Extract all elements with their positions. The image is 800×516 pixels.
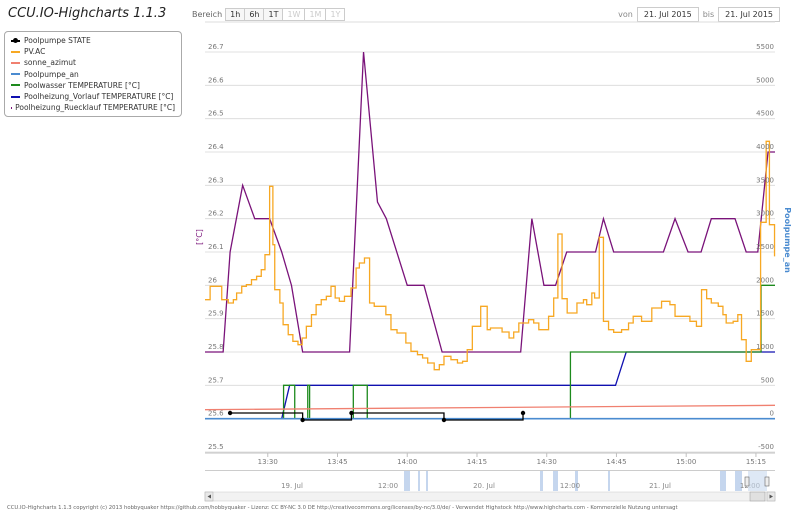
left-axis-tick-label: 25.7 [208, 376, 224, 384]
navigator[interactable]: 19. Jul12:0020. Jul12:0021. Jul12:00 [205, 470, 775, 491]
navigator-series-blip [720, 471, 726, 491]
chart: 26.7 550026.6 500026.5 450026.4 400026.3 3500… [195, 21, 792, 502]
right-axis-tick-label: 4500 [756, 110, 774, 118]
left-axis-tick-label: 26.5 [208, 110, 224, 118]
data-point-marker[interactable] [441, 417, 447, 423]
navigator-handle-left[interactable] [744, 476, 750, 487]
left-axis-tick-label: 26.6 [208, 76, 224, 84]
right-axis-tick-label: 1500 [756, 310, 774, 318]
right-axis-tick-label: 2000 [756, 276, 774, 284]
right-axis-tick-label: 2500 [756, 243, 774, 251]
data-point-marker[interactable] [300, 417, 305, 423]
right-axis-tick-label: 0 [770, 410, 774, 418]
navigator-label: 12:00 [378, 482, 398, 490]
left-axis-tick-label: 25.8 [208, 343, 224, 351]
navigator-selection[interactable] [748, 471, 767, 491]
x-axis-tick-label: 13:45 [327, 458, 347, 466]
left-axis-tick-label: 25.5 [208, 443, 224, 451]
series-line-pv-ac[interactable] [205, 140, 776, 371]
x-axis-tick-label: 13:30 [258, 458, 278, 466]
right-axis-tick-label: 500 [761, 376, 774, 384]
navigator-series-blip [418, 471, 420, 491]
scrollbar[interactable] [204, 491, 776, 502]
x-axis-tick-label: 14:30 [537, 458, 557, 466]
right-axis-tick-label: 4000 [756, 143, 774, 151]
right-axis-tick-label: 5000 [756, 76, 774, 84]
footer: CCU.IO-Highcharts 1.1.3 copyright (c) 20… [7, 505, 678, 511]
left-axis-tick-label: 26.4 [208, 143, 224, 151]
navigator-series-blip [608, 471, 610, 491]
left-axis-tick-label: 26 [208, 276, 217, 284]
left-axis-tick-label: 25.9 [208, 310, 224, 318]
left-axis-tick-label: 26.3 [208, 176, 224, 184]
right-axis-title: Poolpumpe_an [783, 207, 792, 273]
x-axis-tick-label: 15:00 [676, 458, 696, 466]
scrollbar-track[interactable] [204, 491, 776, 502]
left-axis-title: [°C] [195, 229, 204, 245]
right-axis-tick-label: -500 [758, 443, 774, 451]
scrollbar-thumb[interactable] [749, 491, 766, 502]
series-line-sonne-azimut[interactable] [204, 404, 776, 411]
navigator-handle-right[interactable] [764, 476, 770, 487]
data-point-marker[interactable] [349, 410, 354, 416]
left-axis-tick-label: 26.2 [208, 210, 224, 218]
x-axis-tick-label: 14:15 [467, 458, 487, 466]
x-axis-tick-label: 14:45 [606, 458, 626, 466]
x-axis-tick-label: 14:00 [397, 458, 417, 466]
x-axis-tick-label: 15:15 [746, 458, 766, 466]
right-axis-tick-label: 3500 [756, 176, 774, 184]
navigator-label: 19. Jul [281, 482, 303, 490]
series-line-poolheizung-ruecklauf-temperature-c-[interactable] [205, 51, 775, 353]
left-axis-tick-label: 26.7 [208, 43, 224, 51]
navigator-label: 21. Jul [649, 482, 671, 490]
right-axis-tick-label: 5500 [756, 43, 774, 51]
navigator-label: 12:00 [560, 482, 580, 490]
navigator-series-blip [404, 471, 410, 491]
navigator-series-blip [426, 471, 428, 491]
left-axis-tick-label: 26.1 [208, 243, 224, 251]
navigator-label: 20. Jul [473, 482, 495, 490]
left-axis-tick-label: 25.6 [208, 410, 224, 418]
navigator-series-blip [540, 471, 543, 491]
right-axis-tick-label: 3000 [756, 210, 774, 218]
data-point-marker[interactable] [227, 410, 233, 416]
data-point-marker[interactable] [520, 410, 526, 416]
navigator-series-blip [553, 471, 558, 491]
right-axis-tick-label: 1000 [756, 343, 774, 351]
